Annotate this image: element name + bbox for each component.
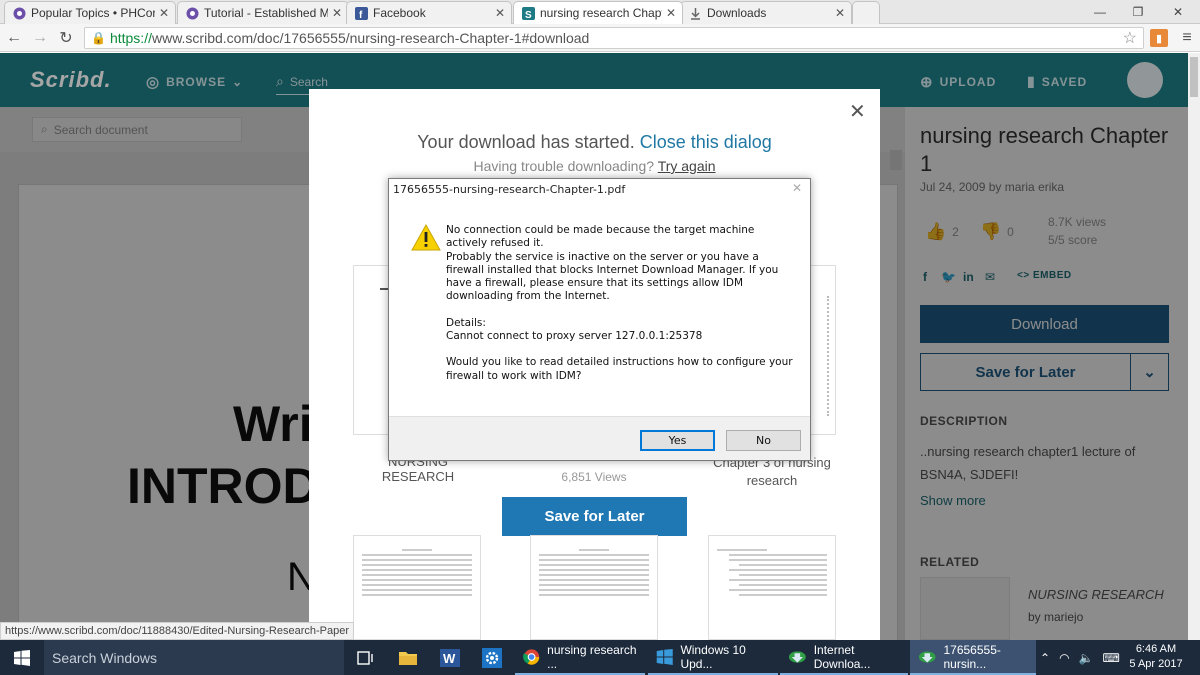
show-hidden-icons-icon[interactable]: ⌃ [1040, 651, 1050, 665]
chrome-icon [523, 648, 540, 665]
taskbar-app-windows-update[interactable]: Windows 10 Upd... [648, 640, 778, 675]
taskbar-app-idm[interactable]: Internet Downloa... [780, 640, 908, 675]
idm-icon [788, 650, 806, 663]
tab-label: nursing research Chapter [540, 6, 662, 20]
close-tab-icon[interactable]: ✕ [332, 6, 342, 20]
taskbar-app-label: Windows 10 Upd... [680, 642, 746, 671]
save-for-later-button[interactable]: Save for Later [502, 497, 687, 536]
try-again-link[interactable]: Try again [658, 158, 716, 174]
tab-label: Facebook [373, 6, 426, 20]
download-started-text: Your download has started. [417, 132, 635, 152]
svg-text:S: S [525, 10, 532, 20]
status-url-bubble: https://www.scribd.com/doc/11888430/Edit… [0, 622, 355, 640]
facebook-icon: f [355, 6, 368, 20]
svg-text:W: W [443, 651, 456, 666]
chrome-menu-icon[interactable]: ≡ [1177, 28, 1197, 48]
warning-icon [411, 224, 441, 251]
site-favicon-icon [13, 7, 26, 19]
bookmark-star-icon[interactable]: ☆ [1123, 28, 1137, 48]
windows-taskbar: Search Windows W nursing research ... Wi… [0, 640, 1200, 675]
windows-logo-icon [14, 649, 30, 666]
tab-label: Downloads [707, 6, 767, 20]
dialog-message: No connection could be made because the … [446, 224, 796, 396]
file-explorer-icon[interactable] [388, 640, 428, 675]
taskbar-app-label: Internet Downloa... [813, 642, 871, 671]
details-text: Cannot connect to proxy server 127.0.0.1… [446, 330, 703, 343]
taskbar-app-label: nursing research ... [547, 642, 637, 671]
clock-date: 5 Apr 2017 [1129, 658, 1183, 670]
dialog-title: 17656555-nursing-research-Chapter-1.pdf [393, 183, 626, 196]
task-view-icon[interactable] [346, 640, 386, 675]
close-window-icon[interactable]: ✕ [1158, 0, 1198, 24]
taskbar-app-label: 17656555-nursin... [943, 642, 1001, 671]
close-tab-icon[interactable]: ✕ [666, 6, 676, 20]
tab-label: Popular Topics • PHCorne [31, 6, 155, 20]
settings-gear-icon[interactable] [472, 640, 512, 675]
new-tab-button[interactable] [852, 1, 880, 24]
no-button[interactable]: No [726, 430, 801, 451]
tab-downloads[interactable]: Downloads ✕ [680, 1, 852, 24]
close-tab-icon[interactable]: ✕ [835, 6, 845, 20]
browser-toolbar: ← → ↻ 🔒 https:// www.scribd.com/doc/1765… [0, 24, 1200, 52]
taskbar-search-input[interactable]: Search Windows [44, 640, 344, 675]
close-tab-icon[interactable]: ✕ [159, 6, 169, 20]
minimize-icon[interactable]: — [1080, 0, 1120, 24]
error-text: No connection could be made because the … [446, 224, 755, 250]
scrollbar-thumb[interactable] [1190, 57, 1198, 97]
error-explanation: Probably the service is inactive on the … [446, 250, 779, 303]
restore-icon[interactable]: ❐ [1118, 0, 1158, 24]
url-text: www.scribd.com/doc/17656555/nursing-rese… [151, 30, 590, 46]
trouble-message: Having trouble downloading? Try again [309, 158, 880, 174]
close-icon[interactable]: ✕ [792, 181, 802, 195]
reload-icon[interactable]: ↻ [56, 28, 76, 48]
taskbar-app-idm-download[interactable]: 17656555-nursin... [910, 640, 1036, 675]
related-doc-thumbnail[interactable] [530, 535, 658, 640]
idm-icon [918, 650, 936, 663]
keyboard-icon[interactable]: ⌨ [1103, 651, 1120, 665]
close-dialog-link[interactable]: Close this dialog [640, 132, 772, 152]
forward-arrow-icon[interactable]: → [30, 28, 50, 48]
question-text: Would you like to read detailed instruct… [446, 356, 793, 382]
download-started-message: Your download has started. Close this di… [309, 132, 880, 153]
url-scheme: https:// [109, 30, 152, 46]
clock[interactable]: 6:46 AM 5 Apr 2017 [1126, 642, 1186, 672]
view-count: 6,851 Views [561, 470, 627, 484]
download-icon [691, 7, 700, 20]
extension-icon[interactable]: ▮ [1150, 29, 1168, 47]
address-bar[interactable]: 🔒 https:// www.scribd.com/doc/17656555/n… [84, 27, 1144, 49]
clock-time: 6:46 AM [1135, 643, 1177, 655]
tab-facebook[interactable]: f Facebook ✕ [346, 1, 512, 24]
network-icon[interactable]: ◠ [1059, 651, 1069, 665]
tab-tutorial[interactable]: Tutorial - Established Men ✕ [177, 1, 349, 24]
close-tab-icon[interactable]: ✕ [495, 6, 505, 20]
browser-tab-strip: Popular Topics • PHCorne ✕ Tutorial - Es… [0, 0, 1200, 24]
page-scrollbar[interactable] [1188, 53, 1200, 640]
details-label: Details: [446, 316, 486, 329]
yes-button[interactable]: Yes [640, 430, 715, 451]
start-button[interactable] [0, 640, 44, 675]
system-tray: ⌃ ◠ 🔈 ⌨ [1040, 640, 1120, 675]
site-favicon-icon [186, 7, 199, 19]
related-doc-thumbnail[interactable] [708, 535, 836, 640]
trouble-text: Having trouble downloading? [473, 158, 655, 174]
windows-logo-icon [656, 648, 673, 665]
scribd-favicon-icon: S [522, 6, 535, 20]
dialog-button-bar: Yes No [389, 416, 810, 460]
tab-label: Tutorial - Established Men [204, 6, 328, 20]
close-icon[interactable]: ✕ [849, 99, 866, 124]
back-arrow-icon[interactable]: ← [4, 28, 24, 48]
lock-icon: 🔒 [91, 31, 106, 45]
taskbar-app-chrome[interactable]: nursing research ... [515, 640, 645, 675]
tab-phcorner[interactable]: Popular Topics • PHCorne ✕ [4, 1, 176, 24]
word-icon[interactable]: W [430, 640, 470, 675]
tab-scribd[interactable]: S nursing research Chapter ✕ [513, 1, 683, 24]
related-doc-thumbnail[interactable] [353, 535, 481, 640]
idm-error-dialog: 17656555-nursing-research-Chapter-1.pdf … [388, 178, 811, 461]
volume-icon[interactable]: 🔈 [1079, 651, 1094, 665]
